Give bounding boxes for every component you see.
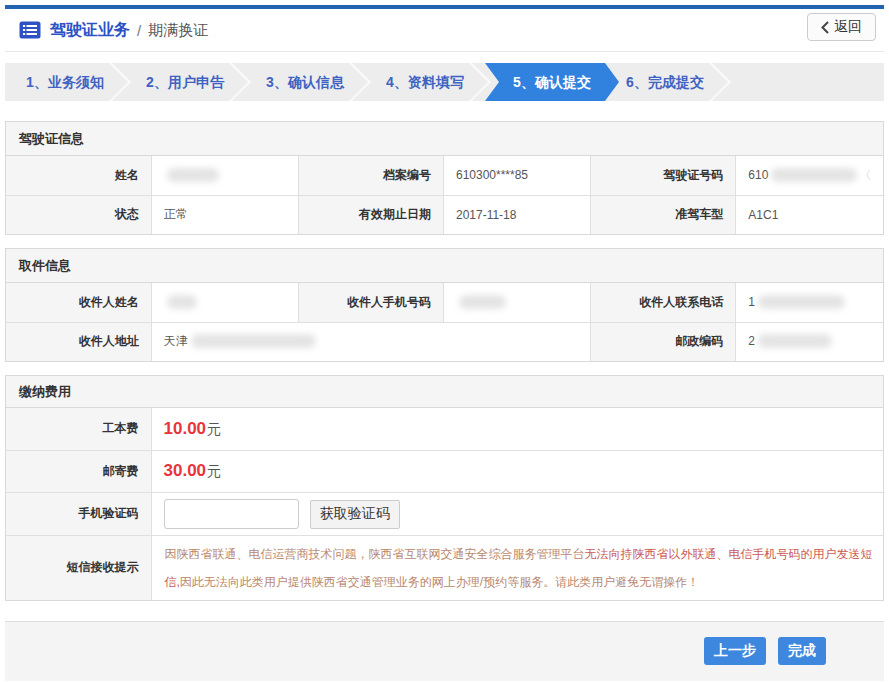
pickup-info-section: 取件信息 收件人姓名 收件人手机号码 收件人联系电话 1 收件人地址 天津 邮政… xyxy=(5,248,884,362)
name-label: 姓名 xyxy=(6,156,151,195)
fees-section: 缴纳费用 工本费 10.00元 邮寄费 30.00元 手机验证码 获取验证码 短… xyxy=(5,375,884,601)
phone-label: 收件人联系电话 xyxy=(591,283,736,322)
step-5-active[interactable]: 5、确认提交 xyxy=(485,63,619,101)
work-fee-value: 10.00元 xyxy=(151,408,883,450)
page: 驾驶证业务 / 期满换证 返回 1、业务须知 2、用户申告 3、确认信息 4、资… xyxy=(0,5,889,681)
recipient-value xyxy=(151,283,298,322)
work-fee-label: 工本费 xyxy=(6,408,151,450)
redaction xyxy=(167,295,197,309)
license-no-label: 驾驶证号码 xyxy=(591,156,736,195)
redaction xyxy=(758,295,845,309)
table-row: 工本费 10.00元 xyxy=(6,408,883,450)
back-button[interactable]: 返回 xyxy=(807,13,876,41)
class-label: 准驾车型 xyxy=(591,195,736,234)
table-row: 收件人地址 天津 邮政编码 2 xyxy=(6,322,883,361)
step-wizard: 1、业务须知 2、用户申告 3、确认信息 4、资料填写 5、确认提交 6、完成提… xyxy=(5,63,884,101)
sms-code-label: 手机验证码 xyxy=(6,492,151,535)
license-table: 姓名 档案编号 610300****85 驾驶证号码 610〈 状态 正常 有效… xyxy=(6,156,883,234)
zip-label: 邮政编码 xyxy=(591,322,736,361)
redaction xyxy=(758,334,832,348)
post-fee-value: 30.00元 xyxy=(151,450,883,492)
step-1[interactable]: 1、业务须知 xyxy=(5,63,125,101)
step-3[interactable]: 3、确认信息 xyxy=(245,63,365,101)
table-row: 短信接收提示 因陕西省联通、电信运营商技术问题，陕西省互联网交通安全综合服务管理… xyxy=(6,535,883,600)
redaction xyxy=(459,295,506,309)
sms-notice-text: 因陕西省联通、电信运营商技术问题，陕西省互联网交通安全综合服务管理平台无法向持陕… xyxy=(151,535,883,600)
fees-table: 工本费 10.00元 邮寄费 30.00元 手机验证码 获取验证码 短信接收提示… xyxy=(6,408,883,600)
step-2[interactable]: 2、用户申告 xyxy=(125,63,245,101)
name-value xyxy=(151,156,298,195)
previous-step-button[interactable]: 上一步 xyxy=(704,637,766,665)
status-label: 状态 xyxy=(6,195,151,234)
status-value: 正常 xyxy=(151,195,298,234)
fees-section-title: 缴纳费用 xyxy=(6,376,883,408)
phone-value: 1 xyxy=(736,283,883,322)
post-fee-label: 邮寄费 xyxy=(6,450,151,492)
chevron-left-icon xyxy=(821,21,829,34)
pickup-table: 收件人姓名 收件人手机号码 收件人联系电话 1 收件人地址 天津 邮政编码 2 xyxy=(6,283,883,361)
address-label: 收件人地址 xyxy=(6,322,151,361)
breadcrumb-separator: / xyxy=(137,22,141,39)
done-button[interactable]: 完成 xyxy=(778,637,826,665)
get-code-button[interactable]: 获取验证码 xyxy=(310,500,400,529)
table-row: 收件人姓名 收件人手机号码 收件人联系电话 1 xyxy=(6,283,883,322)
post-fee-amount: 30.00 xyxy=(164,461,207,480)
page-header: 驾驶证业务 / 期满换证 返回 xyxy=(5,9,884,52)
table-row: 状态 正常 有效期止日期 2017-11-18 准驾车型 A1C1 xyxy=(6,195,883,234)
class-value: A1C1 xyxy=(736,195,883,234)
mobile-value xyxy=(443,283,590,322)
expiry-value: 2017-11-18 xyxy=(443,195,590,234)
redaction xyxy=(771,168,857,182)
sms-code-cell: 获取验证码 xyxy=(151,492,883,535)
license-no-value: 610〈 xyxy=(736,156,883,195)
document-list-icon xyxy=(19,21,41,39)
step-6[interactable]: 6、完成提交 xyxy=(605,63,725,101)
breadcrumb-current: 期满换证 xyxy=(148,21,208,40)
address-value: 天津 xyxy=(151,322,590,361)
sms-notice-label: 短信接收提示 xyxy=(6,535,151,600)
page-title: 驾驶证业务 xyxy=(50,20,130,41)
expiry-label: 有效期止日期 xyxy=(298,195,443,234)
footer-bar: 上一步 完成 xyxy=(5,621,884,681)
step-4[interactable]: 4、资料填写 xyxy=(365,63,485,101)
redaction xyxy=(191,334,316,348)
license-info-section: 驾驶证信息 姓名 档案编号 610300****85 驾驶证号码 610〈 状态… xyxy=(5,121,884,235)
redaction xyxy=(167,168,219,182)
work-fee-amount: 10.00 xyxy=(164,419,207,438)
sms-code-input[interactable] xyxy=(164,499,299,529)
table-row: 姓名 档案编号 610300****85 驾驶证号码 610〈 xyxy=(6,156,883,195)
pickup-section-title: 取件信息 xyxy=(6,249,883,283)
file-no-label: 档案编号 xyxy=(298,156,443,195)
file-no-value: 610300****85 xyxy=(443,156,590,195)
mobile-label: 收件人手机号码 xyxy=(298,283,443,322)
recipient-label: 收件人姓名 xyxy=(6,283,151,322)
table-row: 手机验证码 获取验证码 xyxy=(6,492,883,535)
table-row: 邮寄费 30.00元 xyxy=(6,450,883,492)
license-section-title: 驾驶证信息 xyxy=(6,122,883,156)
zip-value: 2 xyxy=(736,322,883,361)
